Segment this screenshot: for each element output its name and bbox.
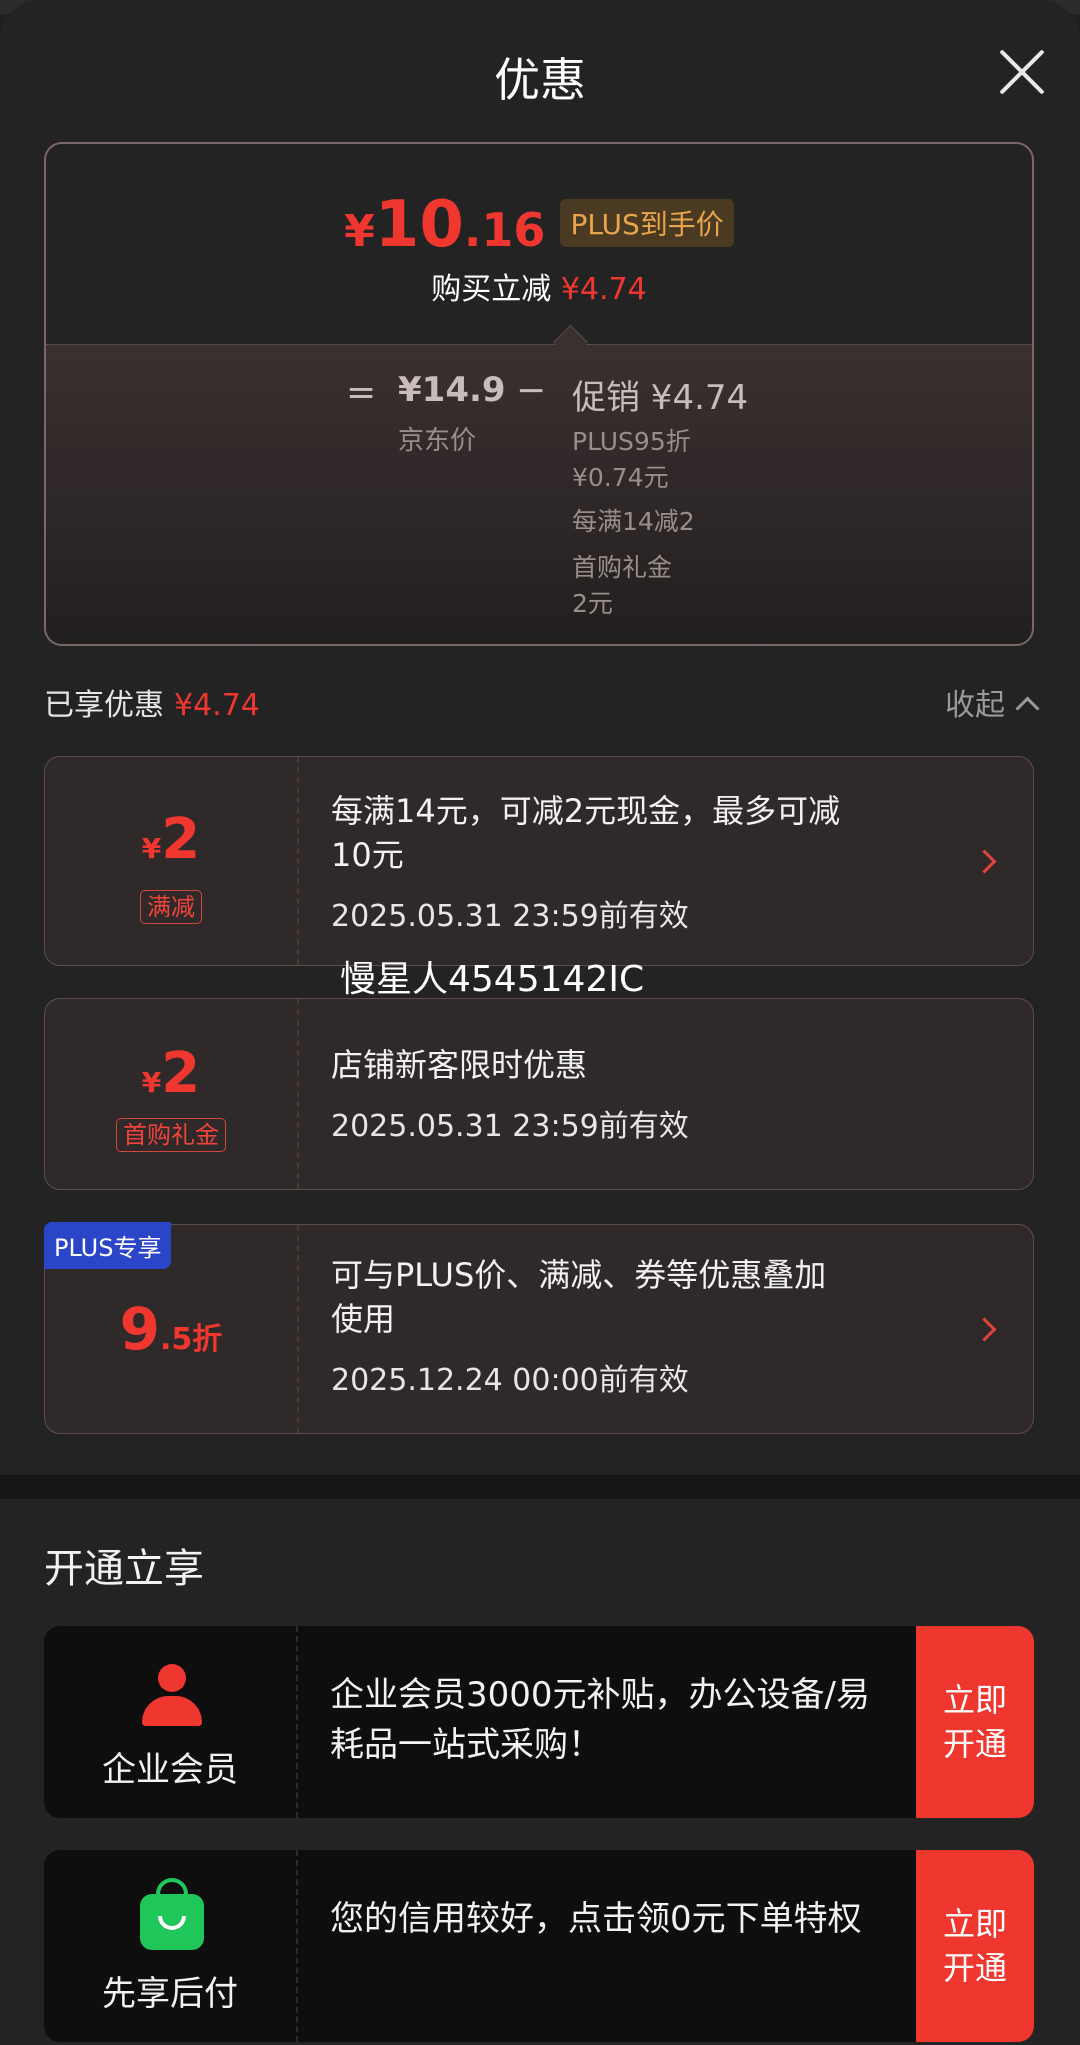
jd-price-label: 京东价	[398, 426, 477, 456]
promo-line: 每满14减2	[572, 507, 695, 536]
collapse-label: 收起	[945, 688, 1005, 723]
close-icon[interactable]	[996, 46, 1048, 98]
coupon-yen: ¥	[141, 1066, 162, 1099]
coupon-desc: 每满14元，可减2元现金，最多可减 10元	[331, 789, 971, 877]
minus-sign: −	[516, 370, 547, 411]
promo-line: 2元	[572, 589, 613, 618]
instant-discount-value: ¥4.74	[560, 272, 647, 307]
shopping-bag-icon	[140, 1878, 204, 1950]
sheet-title: 优惠	[494, 53, 586, 107]
promo-line: ¥0.74元	[572, 463, 669, 492]
coupon-desc-line: 10元	[331, 836, 404, 874]
coupon-desc: 可与PLUS价、满减、券等优惠叠加 使用	[331, 1253, 971, 1341]
coupon-card[interactable]: ¥2 首购礼金 店铺新客限时优惠 2025.05.31 23:59前有效	[44, 998, 1034, 1190]
member-desc: 企业会员3000元补贴，办公设备/易耗品一站式采购！	[330, 1675, 870, 1765]
plus-exclusive-badge: PLUS专享	[44, 1222, 172, 1269]
coupon-type-tag: 满减	[45, 887, 297, 924]
discount-decimal: .5折	[160, 1322, 223, 1357]
person-icon-body	[142, 1696, 202, 1726]
open-section-title: 开通立享	[44, 1546, 204, 1592]
coupon-amount: ¥2	[45, 807, 297, 872]
coupon-amount: ¥2	[45, 1041, 297, 1106]
coupon-validity: 2025.05.31 23:59前有效	[331, 1109, 689, 1144]
coupon-card[interactable]: ¥2 满减 每满14元，可减2元现金，最多可减 10元 2025.05.31 2…	[44, 756, 1034, 966]
coupon-desc-line: 每满14元，可减2元现金，最多可减	[331, 792, 841, 830]
enjoyed-discount: 已享优惠 ¥4.74	[44, 680, 260, 724]
pay-later-card[interactable]: 先享后付 您的信用较好，点击领0元下单特权 立即开通	[44, 1850, 1034, 2042]
person-icon	[140, 1664, 204, 1728]
coupon-value: 2	[161, 1041, 201, 1106]
member-desc: 您的信用较好，点击领0元下单特权	[330, 1899, 862, 1939]
jd-price: ¥14.9	[398, 370, 506, 410]
coupon-card[interactable]: 9.5折 可与PLUS价、满减、券等优惠叠加 使用 2025.12.24 00:…	[44, 1224, 1034, 1434]
coupon-value: 2	[161, 807, 201, 872]
watermark-text: 慢星人4545142IC	[340, 959, 645, 1000]
coupon-yen: ¥	[141, 832, 162, 865]
open-now-button[interactable]: 立即开通	[916, 1626, 1034, 1818]
coupon-desc: 店铺新客限时优惠	[331, 1043, 971, 1087]
coupon-type-tag: 首购礼金	[45, 1115, 297, 1152]
discount-integer: 9	[119, 1295, 161, 1363]
coupon-desc-line: 可与PLUS价、满减、券等优惠叠加	[331, 1256, 827, 1294]
promo-line: 首购礼金	[572, 553, 673, 582]
section-divider	[0, 1475, 1080, 1499]
promo-line: PLUS95折	[572, 427, 691, 456]
price-integer: 10	[374, 188, 464, 262]
chevron-right-icon[interactable]	[972, 1317, 997, 1342]
coupon-desc-line: 使用	[331, 1300, 396, 1338]
chevron-right-icon[interactable]	[972, 849, 997, 874]
bag-icon-body	[140, 1894, 204, 1950]
coupon-desc-line: 店铺新客限时优惠	[331, 1046, 588, 1084]
bag-icon-smile	[158, 1916, 186, 1930]
instant-discount-label: 购买立减	[431, 272, 552, 307]
plus-price-tag: PLUS到手价	[560, 199, 734, 247]
plus-discount-rate: 9.5折	[45, 1295, 297, 1363]
promo-title: 促销 ¥4.74	[572, 378, 749, 418]
coupon-type-label: 满减	[140, 890, 202, 924]
equals-sign: =	[346, 372, 377, 413]
chevron-up-icon	[1015, 696, 1040, 721]
enjoyed-value: ¥4.74	[174, 688, 260, 723]
coupon-validity: 2025.12.24 00:00前有效	[331, 1363, 689, 1398]
coupon-validity: 2025.05.31 23:59前有效	[331, 899, 689, 934]
price-yen: ¥	[344, 206, 375, 257]
member-label: 先享后付	[102, 1974, 238, 2014]
open-now-label: 立即开通	[942, 1681, 1007, 1763]
enjoyed-label: 已享优惠	[44, 688, 164, 723]
collapse-toggle[interactable]: 收起	[945, 680, 1040, 724]
member-label: 企业会员	[102, 1750, 238, 1790]
price-summary-card: ¥10.16 PLUS到手价 购买立减 ¥4.74 = ¥14.9 京东价 − …	[44, 142, 1034, 646]
discount-sheet: 优惠 ¥10.16 PLUS到手价 购买立减 ¥4.74 = ¥14.9 京东价…	[0, 0, 1080, 2045]
person-icon-head	[158, 1664, 186, 1692]
final-price: ¥10.16 PLUS到手价	[46, 188, 1032, 262]
coupon-type-label: 首购礼金	[116, 1118, 226, 1152]
price-decimal: .16	[463, 203, 546, 257]
instant-discount: 购买立减 ¥4.74	[46, 264, 1032, 308]
open-now-button[interactable]: 立即开通	[916, 1850, 1034, 2042]
enterprise-member-card[interactable]: 企业会员 企业会员3000元补贴，办公设备/易耗品一站式采购！ 立即开通	[44, 1626, 1034, 1818]
open-now-label: 立即开通	[942, 1905, 1007, 1987]
